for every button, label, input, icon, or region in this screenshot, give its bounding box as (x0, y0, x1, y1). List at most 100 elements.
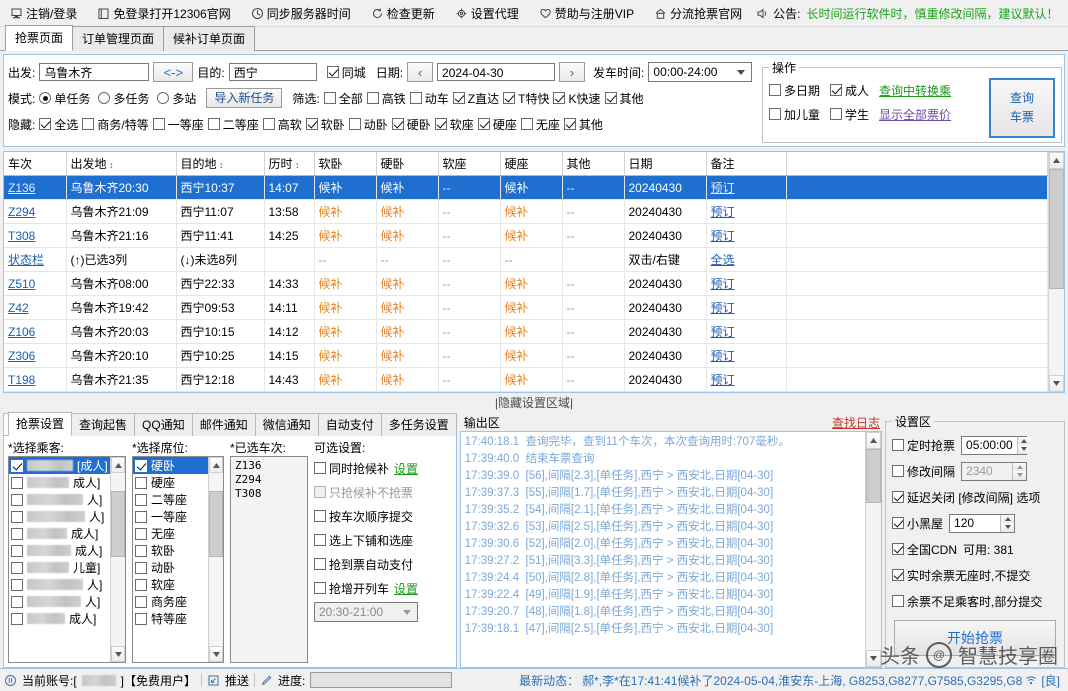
filter-all[interactable]: 全部 (323, 90, 363, 107)
book-link[interactable]: 预订 (711, 301, 735, 315)
tab-auto-pay[interactable]: 自动支付 (317, 413, 382, 436)
option-houbu-settings-link[interactable]: 设置 (394, 460, 418, 477)
checkbox-box[interactable] (135, 493, 147, 506)
toolbar-item-checkupdate[interactable]: 检查更新 (365, 3, 441, 24)
book-link[interactable]: 预订 (711, 349, 735, 363)
checkbox-box[interactable] (11, 476, 23, 489)
filter-dongche[interactable]: 动车 (409, 90, 449, 107)
col-duration[interactable]: 历时 ↕ (264, 152, 315, 176)
hide-other[interactable]: 其他 (563, 116, 603, 133)
modify-interval-checkbox[interactable]: 修改间隔 (892, 463, 955, 480)
hide-yingzuo[interactable]: 硬座 (477, 116, 517, 133)
cell-train[interactable]: T308 (4, 223, 67, 248)
list-item[interactable]: 成人] (9, 542, 110, 559)
national-cdn-checkbox[interactable]: 全国CDN (892, 541, 957, 558)
to-station-input[interactable]: 西宁 (228, 63, 317, 81)
book-link[interactable]: 预订 (711, 181, 735, 195)
list-item[interactable]: 人] (9, 491, 110, 508)
table-row[interactable]: T198 乌鲁木齐21:35 西宁12:18 14:43 候补 候补 -- 候补… (4, 367, 1048, 392)
checkbox-box[interactable] (135, 527, 147, 540)
spinner-down-button[interactable] (1013, 471, 1027, 480)
list-item[interactable]: 人] (9, 593, 110, 610)
hide-gaoruan[interactable]: 高软 (262, 116, 302, 133)
scroll-down-button[interactable] (866, 650, 881, 667)
find-log-link[interactable]: 查找日志 (832, 414, 880, 431)
hide-yingwo[interactable]: 硬卧 (391, 116, 431, 133)
checkbox-box[interactable] (11, 459, 23, 472)
list-item[interactable]: 硬座 (133, 474, 208, 491)
col-ruanwo[interactable]: 软卧 (314, 152, 377, 176)
train-number-link[interactable]: Z306 (8, 349, 35, 363)
col-yingzuo[interactable]: 硬座 (500, 152, 563, 176)
hide-ruanwo[interactable]: 软卧 (305, 116, 345, 133)
book-link[interactable]: 预订 (711, 229, 735, 243)
cell-note[interactable]: 预订 (706, 295, 787, 320)
checkbox-box[interactable] (135, 561, 147, 574)
checkbox-box[interactable] (11, 561, 23, 574)
list-item[interactable]: 无座 (133, 525, 208, 542)
from-station-input[interactable]: 乌鲁木齐 (39, 63, 150, 81)
cell-train[interactable]: Z136 (4, 175, 67, 200)
realtime-noseat-checkbox[interactable]: 实时余票无座时,不提交 (892, 567, 1030, 584)
table-status-row[interactable]: 状态栏 (↑)已选3列 (↓)未选8列 -- -- -- -- 双击/右键 全选 (4, 247, 1048, 272)
hide-settings-strip[interactable]: |隐藏设置区域| (3, 393, 1065, 411)
tab-email-notify[interactable]: 邮件通知 (191, 413, 256, 436)
option-onlyhoubu-checkbox[interactable]: 只抢候补不抢票 (314, 484, 413, 501)
spinner-down-button[interactable] (1017, 445, 1031, 454)
checkbox-box[interactable] (11, 510, 23, 523)
cell-note[interactable]: 预订 (706, 367, 787, 392)
scroll-track[interactable] (209, 473, 223, 646)
cell-train[interactable]: Z42 (4, 295, 67, 320)
list-item[interactable]: 儿童] (9, 559, 110, 576)
adult-checkbox[interactable]: 成人 (830, 82, 869, 99)
list-item[interactable]: 动卧 (133, 559, 208, 576)
list-item[interactable]: [成人] (9, 457, 110, 474)
query-ticket-button[interactable]: 查询 车票 (989, 78, 1055, 138)
student-checkbox[interactable]: 学生 (830, 106, 869, 123)
spinner-buttons[interactable] (1000, 514, 1015, 532)
col-date[interactable]: 日期 (624, 152, 707, 176)
table-row[interactable]: Z510 乌鲁木齐08:00 西宁22:33 14:33 候补 候补 -- 候补… (4, 271, 1048, 296)
delay-close-checkbox[interactable]: 延迟关闭 [修改间隔] 选项 (892, 489, 1040, 506)
table-row[interactable]: Z136 乌鲁木齐20:30 西宁10:37 14:07 候补 候补 -- 候补… (4, 175, 1048, 200)
train-number-link[interactable]: Z294 (8, 205, 35, 219)
scheduled-time-spinner[interactable]: 05:00:00 (961, 435, 1031, 455)
cell-train[interactable]: Z106 (4, 319, 67, 344)
option-berthselect-checkbox[interactable]: 选上下铺和选座 (314, 532, 413, 549)
scroll-track[interactable] (866, 449, 881, 650)
toolbar-item-synctime[interactable]: 同步服务器时间 (245, 3, 357, 24)
table-row[interactable]: Z42 乌鲁木齐19:42 西宁09:53 14:11 候补 候补 -- 候补 … (4, 295, 1048, 320)
toolbar-item-officialsite[interactable]: 分流抢票官网 (648, 3, 748, 24)
checkbox-box[interactable] (135, 510, 147, 523)
train-number-link[interactable]: Z106 (8, 325, 35, 339)
checkbox-box[interactable] (135, 612, 147, 625)
col-note[interactable]: 备注 (706, 152, 787, 176)
option-extratrain-settings-link[interactable]: 设置 (394, 580, 418, 597)
train-number-link[interactable]: T198 (8, 373, 35, 387)
tab-waitlist-order[interactable]: 候补订单页面 (163, 26, 256, 51)
col-train[interactable]: 车次 (4, 152, 67, 176)
seat-listbox[interactable]: 硬卧 硬座 二等座 一等座 无座 软卧 动卧 软座 商务座 特等座 (132, 456, 224, 663)
date-input[interactable]: 2024-04-30 (437, 63, 556, 81)
table-row[interactable]: Z106 乌鲁木齐20:03 西宁10:15 14:12 候补 候补 -- 候补… (4, 319, 1048, 344)
cell-note[interactable]: 预订 (706, 223, 787, 248)
list-item[interactable]: 成人] (9, 474, 110, 491)
cell-train[interactable]: Z510 (4, 271, 67, 296)
col-from[interactable]: 出发地 ↕ (66, 152, 177, 176)
start-grab-button[interactable]: 开始抢票 (894, 620, 1056, 656)
tab-multitask-settings[interactable]: 多任务设置 (380, 413, 457, 436)
spinner-down-button[interactable] (1001, 523, 1015, 532)
filter-other[interactable]: 其他 (604, 90, 644, 107)
date-prev-button[interactable]: ‹ (407, 62, 434, 82)
book-link[interactable]: 预订 (711, 373, 735, 387)
tab-grab-settings[interactable]: 抢票设置 (8, 412, 73, 436)
hide-first-class[interactable]: 一等座 (152, 116, 204, 133)
cell-train[interactable]: T198 (4, 367, 67, 392)
mode-radio-multi[interactable]: 多任务 (98, 90, 149, 107)
checkbox-box[interactable] (135, 578, 147, 591)
checkbox-box[interactable] (135, 459, 147, 472)
import-task-button[interactable]: 导入新任务 (206, 88, 283, 108)
checkbox-box[interactable] (11, 527, 23, 540)
tab-wechat-notify[interactable]: 微信通知 (254, 413, 319, 436)
scheduled-grab-checkbox[interactable]: 定时抢票 (892, 437, 955, 454)
